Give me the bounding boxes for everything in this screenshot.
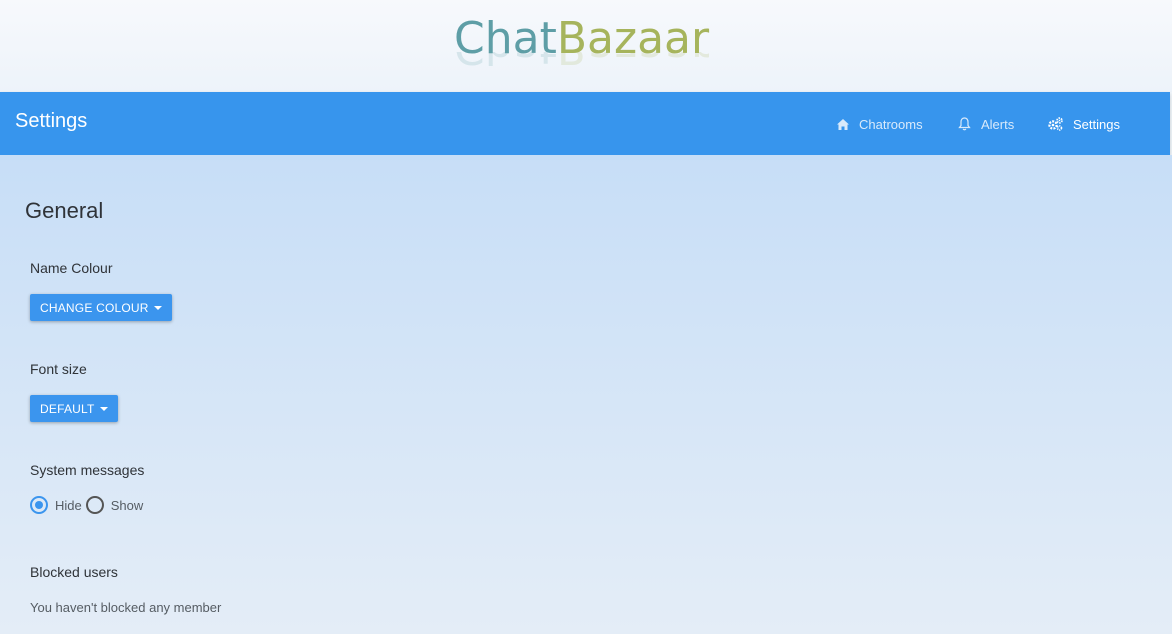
nav-chatrooms[interactable]: Chatrooms	[837, 116, 923, 132]
logo-header: ChatBazaar ChatBazaar	[0, 0, 1172, 92]
top-navbar: Settings Chatrooms Alerts Settings	[0, 92, 1170, 155]
blocked-users-empty-text: You haven't blocked any member	[30, 600, 222, 615]
change-colour-button[interactable]: CHANGE COLOUR	[30, 294, 172, 321]
font-size-dropdown-button[interactable]: DEFAULT	[30, 395, 118, 422]
nav-alerts[interactable]: Alerts	[958, 116, 1014, 132]
radio-selected-dot	[35, 501, 43, 509]
bell-icon	[958, 117, 971, 131]
radio-hide[interactable]	[30, 496, 48, 514]
settings-content: General Name Colour CHANGE COLOUR Font s…	[0, 155, 1172, 634]
logo-reflection-bazaar: Bazaar	[557, 52, 709, 72]
page-title: Settings	[15, 110, 88, 132]
blocked-users-label: Blocked users	[30, 564, 118, 580]
radio-show[interactable]	[85, 496, 104, 514]
name-colour-label: Name Colour	[30, 260, 113, 276]
home-icon	[837, 118, 849, 130]
logo-reflection-chat: Chat	[454, 52, 557, 72]
nav-settings[interactable]: Settings	[1048, 116, 1120, 132]
radio-show-label[interactable]: Show	[111, 498, 144, 513]
change-colour-button-label: CHANGE COLOUR	[40, 300, 149, 315]
caret-down-icon	[153, 305, 162, 310]
radio-hide-label[interactable]: Hide	[55, 498, 82, 513]
system-messages-radio-group: Hide Show	[30, 496, 147, 514]
font-size-button-label: DEFAULT	[40, 401, 95, 416]
nav-chatrooms-label: Chatrooms	[859, 116, 923, 132]
caret-down-icon	[99, 406, 108, 411]
system-messages-label: System messages	[30, 462, 145, 478]
nav-settings-label: Settings	[1073, 116, 1120, 132]
section-title-general: General	[25, 198, 104, 223]
nav-alerts-label: Alerts	[981, 116, 1015, 132]
gears-icon	[1048, 117, 1063, 131]
logo-reflection: ChatBazaar	[454, 52, 709, 72]
font-size-label: Font size	[30, 361, 87, 377]
